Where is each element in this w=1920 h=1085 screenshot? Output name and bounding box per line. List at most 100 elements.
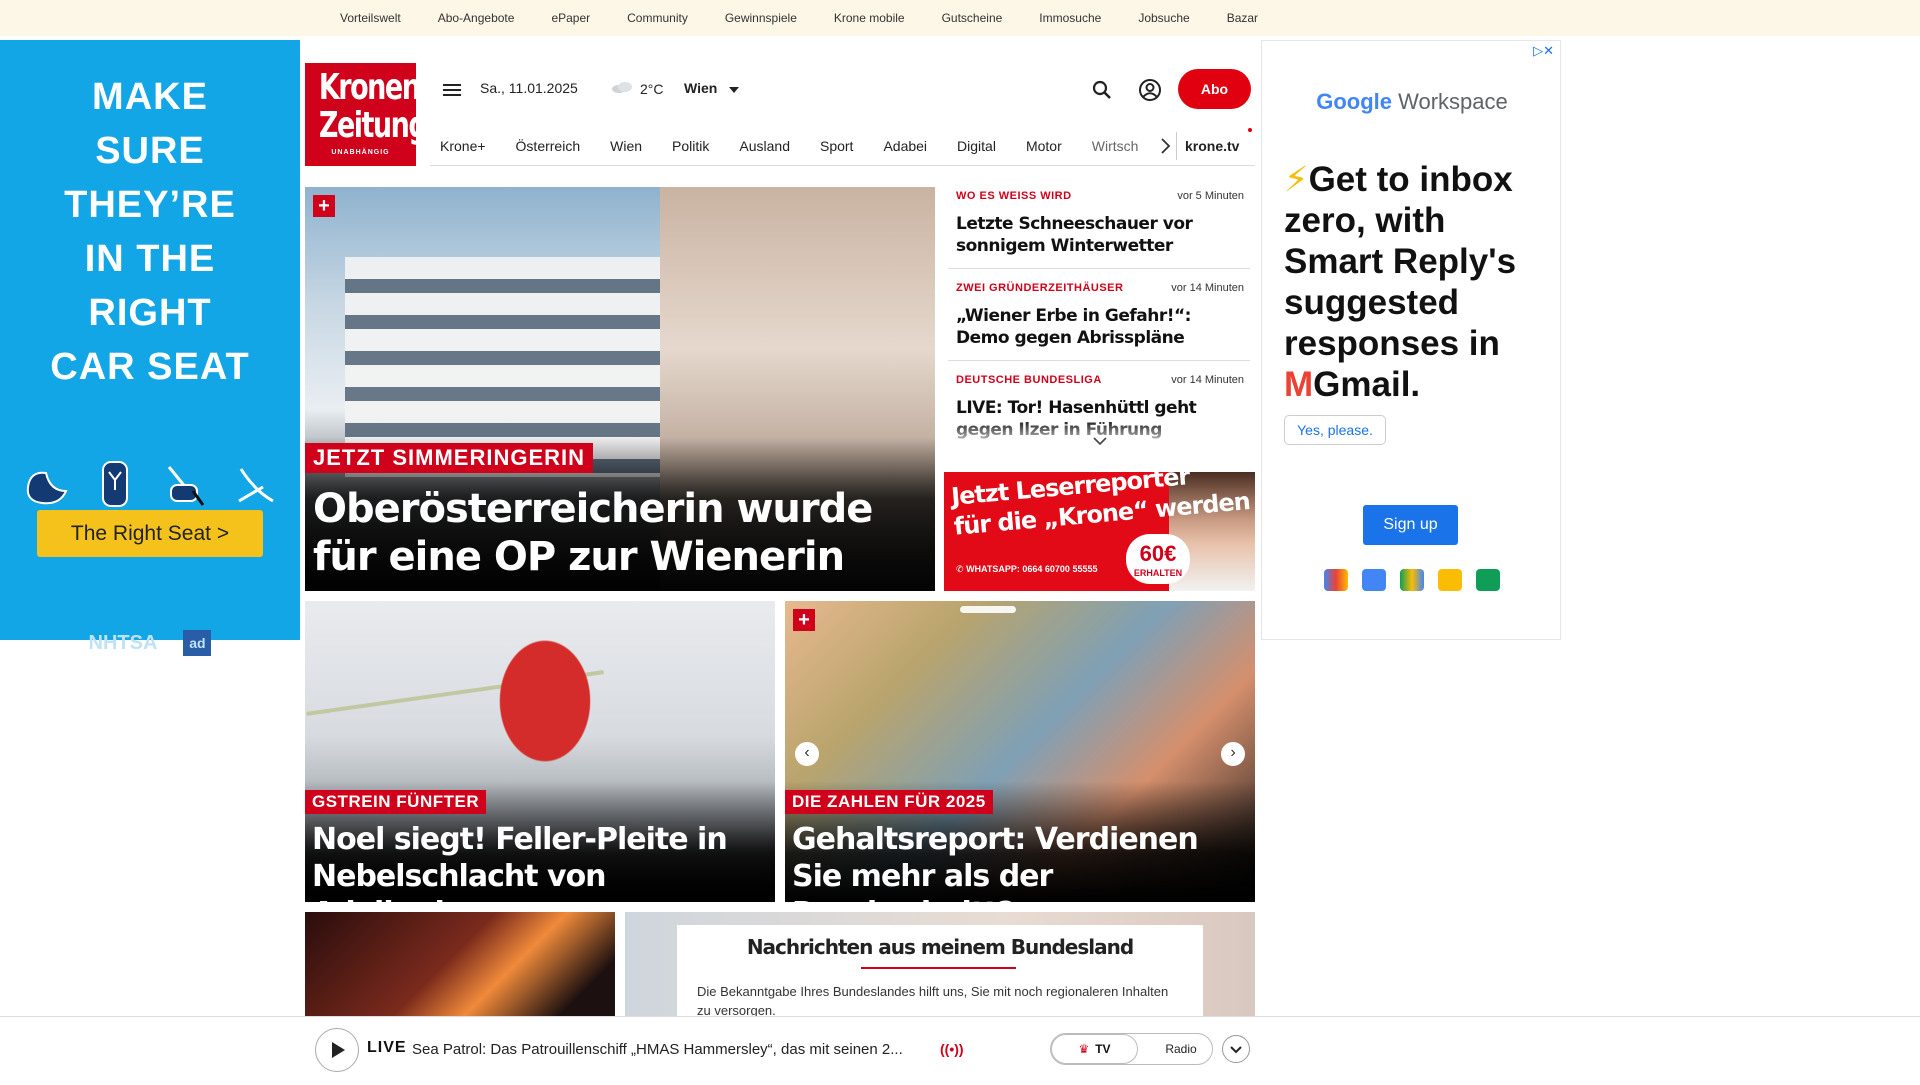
promo-amount: 60€ bbox=[1139, 541, 1177, 566]
news-item[interactable]: WO ES WEISS WIRD vor 5 Minuten Letzte Sc… bbox=[948, 187, 1250, 269]
main-navigation: Krone+ Österreich Wien Politik Ausland S… bbox=[430, 126, 1255, 166]
bolt-icon: ⚡ bbox=[1284, 160, 1309, 199]
toplink-gutscheine[interactable]: Gutscheine bbox=[942, 11, 1003, 25]
city-select[interactable]: Wien bbox=[684, 80, 740, 96]
current-date: Sa., 11.01.2025 bbox=[480, 80, 578, 96]
brand-google: Google bbox=[1316, 89, 1392, 114]
radio-toggle-button[interactable]: Radio bbox=[1151, 1034, 1211, 1064]
promo-whatsapp: ✆ WHATSAPP: 0664 60700 55555 bbox=[956, 564, 1097, 575]
news-kicker: DEUTSCHE BUNDESLIGA bbox=[956, 374, 1102, 386]
calendar-icon bbox=[1362, 569, 1386, 591]
ad-sponsor-logos: NHTSA ad bbox=[0, 630, 300, 656]
left-car-seat-ad[interactable]: MAKE SURE THEY’RE IN THE RIGHT CAR SEAT … bbox=[0, 40, 300, 656]
card-title-line: Gehaltsreport: Verdienen bbox=[792, 822, 1199, 857]
toplink-jobsuche[interactable]: Jobsuche bbox=[1138, 11, 1189, 25]
news-item[interactable]: ZWEI GRÜNDERZEITHÄUSER vor 14 Minuten „W… bbox=[948, 279, 1250, 361]
the-right-seat-button[interactable]: The Right Seat > bbox=[37, 510, 263, 557]
nav-item-oesterreich[interactable]: Österreich bbox=[516, 138, 581, 154]
ad-headline-line: RIGHT bbox=[88, 292, 212, 334]
city-label: Wien bbox=[684, 80, 718, 96]
nav-item-politik[interactable]: Politik bbox=[672, 138, 709, 154]
nav-item-wirtschaft[interactable]: Wirtsch bbox=[1092, 138, 1139, 154]
hero-kicker: JETZT SIMMERINGERIN bbox=[305, 443, 594, 473]
weather-widget[interactable]: 2°C bbox=[610, 80, 664, 97]
abo-button[interactable]: Abo bbox=[1178, 69, 1251, 109]
krone-logo[interactable]: Kronen Zeitung UNABHÄNGIG bbox=[305, 63, 428, 166]
article-card-ski[interactable]: GSTREIN FÜNFTER Noel siegt! Feller-Pleit… bbox=[305, 601, 775, 902]
google-workspace-logo: Google Workspace bbox=[1262, 89, 1562, 115]
yes-please-button[interactable]: Yes, please. bbox=[1284, 415, 1386, 445]
cloud-icon bbox=[610, 80, 634, 97]
toplink-epaper[interactable]: ePaper bbox=[551, 11, 590, 25]
nav-item-wien[interactable]: Wien bbox=[610, 138, 642, 154]
news-time: vor 14 Minuten bbox=[1171, 374, 1244, 386]
chevron-down-icon[interactable] bbox=[1093, 434, 1107, 448]
adchoices-close-icon[interactable]: ▷✕ bbox=[1533, 43, 1554, 59]
promo-reward-badge: 60€ ERHALTEN bbox=[1126, 534, 1190, 584]
card-kicker: DIE ZAHLEN FÜR 2025 bbox=[785, 790, 993, 814]
toplink-immosuche[interactable]: Immosuche bbox=[1039, 11, 1101, 25]
article-card-gehaltsreport[interactable]: + ‹ › DIE ZAHLEN FÜR 2025 Gehaltsreport:… bbox=[785, 601, 1255, 902]
top-link-bar: Vorteilswelt Abo-Angebote ePaper Communi… bbox=[0, 0, 1920, 36]
nav-item-digital[interactable]: Digital bbox=[957, 138, 996, 154]
carousel-prev-icon[interactable]: ‹ bbox=[795, 742, 819, 766]
toplink-community[interactable]: Community bbox=[627, 11, 688, 25]
crown-icon: ♛ bbox=[1078, 1042, 1090, 1056]
live-dot bbox=[1248, 128, 1252, 132]
news-kicker: ZWEI GRÜNDERZEITHÄUSER bbox=[956, 282, 1124, 294]
live-program-title[interactable]: Sea Patrol: Das Patrouillenschiff „HMAS … bbox=[412, 1041, 932, 1058]
promo-amount-label: ERHALTEN bbox=[1133, 568, 1183, 578]
nav-item-krone-tv[interactable]: krone.tv bbox=[1185, 126, 1239, 166]
nav-item-ausland[interactable]: Ausland bbox=[739, 138, 790, 154]
nav-item-adabei[interactable]: Adabei bbox=[883, 138, 927, 154]
news-kicker: WO ES WEISS WIRD bbox=[956, 190, 1072, 202]
nav-item-krone-plus[interactable]: Krone+ bbox=[440, 138, 486, 154]
news-title: Letzte Schneeschauer vor sonnigem Winter… bbox=[956, 214, 1193, 256]
ad-headline-line: THEY’RE bbox=[64, 184, 236, 226]
ad-headline-line: SURE bbox=[95, 130, 205, 172]
card-title: Noel siegt! Feller-Pleite in Nebelschlac… bbox=[312, 821, 775, 902]
toplink-abo-angebote[interactable]: Abo-Angebote bbox=[438, 11, 515, 25]
infant-seat-icon bbox=[20, 460, 70, 508]
brand-product: Workspace bbox=[1398, 89, 1508, 114]
toplink-vorteilswelt[interactable]: Vorteilswelt bbox=[340, 11, 401, 25]
card-kicker: GSTREIN FÜNFTER bbox=[305, 790, 487, 814]
hero-title: Oberösterreicherin wurde für eine OP zur… bbox=[313, 485, 873, 581]
toplink-gewinnspiele[interactable]: Gewinnspiele bbox=[725, 11, 797, 25]
live-player-bar: LIVE Sea Patrol: Das Patrouillenschiff „… bbox=[0, 1016, 1920, 1080]
nav-item-sport[interactable]: Sport bbox=[820, 138, 853, 154]
card-title-line: Nebelschlacht von Adelboden bbox=[312, 859, 607, 902]
carousel-next-icon[interactable]: › bbox=[1221, 742, 1245, 766]
tv-label: TV bbox=[1095, 1042, 1111, 1056]
nhtsa-logo: NHTSA bbox=[88, 631, 158, 654]
nav-item-motor[interactable]: Motor bbox=[1026, 138, 1062, 154]
car-seat-icons bbox=[20, 460, 280, 510]
live-label: LIVE bbox=[367, 1039, 407, 1056]
hero-title-line: für eine OP zur Wienerin bbox=[313, 534, 845, 580]
booster-seat-icon bbox=[160, 460, 210, 508]
whatsapp-icon: ✆ bbox=[956, 564, 964, 574]
workspace-app-icons bbox=[1324, 569, 1500, 591]
region-prompt-title: Nachrichten aus meinem Bundesland bbox=[746, 935, 1134, 959]
ad-pitch: ⚡Get to inbox zero, with Smart Reply's s… bbox=[1284, 159, 1544, 405]
nav-divider bbox=[1176, 132, 1177, 160]
sign-up-button[interactable]: Sign up bbox=[1363, 505, 1458, 545]
logo-word-zeitung: Zeitung bbox=[318, 105, 428, 146]
hero-article[interactable]: + JETZT SIMMERINGERIN Oberösterreicherin… bbox=[305, 187, 935, 591]
search-icon[interactable] bbox=[1090, 78, 1114, 102]
docs-icon bbox=[1438, 569, 1462, 591]
play-button[interactable] bbox=[315, 1028, 359, 1072]
leserreporter-promo[interactable]: Jetzt Leserreporter für die „Krone“ werd… bbox=[944, 472, 1255, 591]
region-prompt-underline bbox=[861, 967, 1016, 969]
user-account-icon[interactable] bbox=[1138, 78, 1162, 102]
menu-icon[interactable] bbox=[440, 78, 464, 102]
logo-tagline: UNABHÄNGIG bbox=[331, 149, 390, 156]
toplink-krone-mobile[interactable]: Krone mobile bbox=[834, 11, 905, 25]
right-google-workspace-ad[interactable]: ▷✕ Google Workspace ⚡Get to inbox zero, … bbox=[1261, 40, 1561, 640]
toplink-bazar[interactable]: Bazar bbox=[1227, 11, 1258, 25]
ad-headline-line: IN THE bbox=[84, 238, 216, 280]
card-title: Gehaltsreport: Verdienen Sie mehr als de… bbox=[792, 821, 1255, 902]
tv-toggle-button[interactable]: ♛ TV bbox=[1051, 1034, 1138, 1064]
nav-scroll-right-icon[interactable] bbox=[1155, 136, 1175, 156]
expand-player-icon[interactable] bbox=[1222, 1035, 1250, 1063]
